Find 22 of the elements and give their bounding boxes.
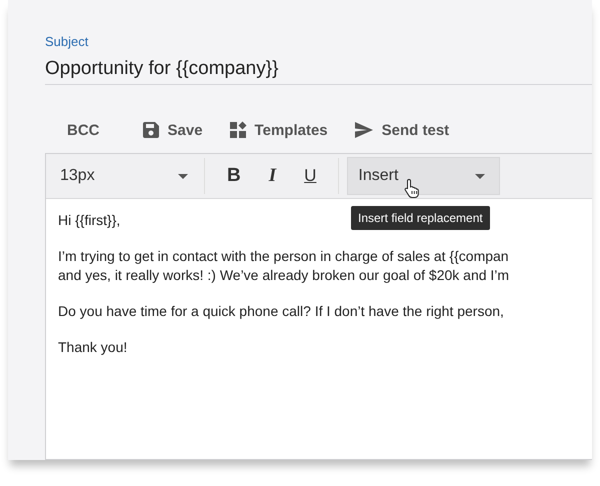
insert-dropdown[interactable]: Insert [347, 157, 500, 195]
paragraph: Hi {{first}}, [58, 211, 120, 230]
caret-icon [475, 174, 486, 178]
hand-cursor-icon [404, 178, 420, 198]
tooltip: Insert field replacement [351, 206, 490, 230]
paragraph: I’m trying to get in contact with the person in charge of sales at {{compan and yes, it really works! :) We’ve already broken our goal of $20k and I’m [58, 247, 510, 285]
subject-field[interactable]: Opportunity for {{company}} [45, 58, 278, 80]
send-icon [354, 121, 374, 139]
save-icon [142, 121, 160, 139]
toolbar-button[interactable]: Templates [220, 117, 336, 143]
caret-icon [178, 174, 188, 178]
font-size-dropdown[interactable]: 13px [52, 161, 196, 191]
toolbar-button[interactable]: Send test [346, 117, 458, 143]
toolbar-button[interactable]: BCC [59, 118, 108, 142]
toolbar-button[interactable]: Save [134, 117, 211, 143]
underline-button[interactable]: U [298, 162, 322, 190]
templates-icon [228, 121, 247, 139]
italic-button[interactable]: I [262, 161, 282, 191]
subject-label: Subject [45, 34, 88, 49]
paragraph: Do you have time for a quick phone call? If I don’t have the right person, [58, 302, 504, 321]
paragraph: Thank you! [58, 338, 128, 357]
bold-button[interactable]: B [221, 161, 247, 191]
